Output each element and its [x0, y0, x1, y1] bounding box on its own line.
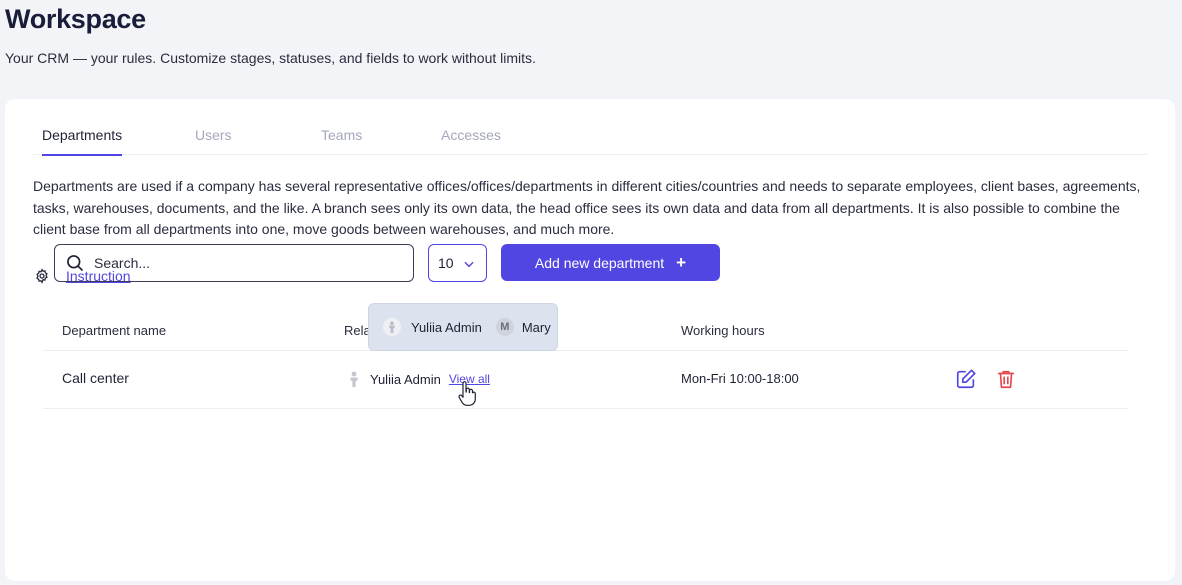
- avatar: M: [495, 318, 514, 336]
- tooltip-user-name: Yuliia Admin: [411, 319, 482, 335]
- responsible-cell: Yuliia Admin View all: [348, 371, 490, 387]
- search-box: [54, 244, 414, 282]
- tab-users[interactable]: Users: [195, 127, 232, 155]
- search-input[interactable]: [94, 255, 394, 271]
- gear-icon: [34, 268, 50, 284]
- tab-bar: Departments Users Teams Accesses: [33, 127, 1147, 156]
- view-all-link[interactable]: View all: [449, 372, 490, 386]
- header-department-name: Department name: [62, 323, 167, 338]
- responsible-users-tooltip: Yuliia Admin M Mary: [368, 303, 558, 351]
- page-title: Workspace: [5, 4, 146, 34]
- person-icon: [383, 318, 401, 336]
- department-name: Call center: [62, 370, 129, 386]
- tab-departments[interactable]: Departments: [42, 127, 123, 156]
- header-working-hours: Working hours: [681, 323, 765, 338]
- tab-teams[interactable]: Teams: [321, 127, 362, 155]
- table-row: Call center Yuliia Admin View all Mon-Fr…: [43, 351, 1128, 409]
- plus-icon: +: [676, 252, 687, 272]
- per-page-value: 10: [438, 255, 454, 271]
- departments-table: Department name Relat Working hours Call…: [43, 312, 1128, 409]
- add-department-label: Add new department: [534, 254, 665, 271]
- trash-icon[interactable]: [995, 368, 1017, 390]
- per-page-select[interactable]: 10: [428, 244, 487, 282]
- tab-accesses[interactable]: Accesses: [441, 127, 501, 155]
- table-header: Department name Relat Working hours: [43, 312, 1128, 351]
- departments-description: Departments are used if a company has se…: [33, 178, 1141, 237]
- working-hours: Mon-Fri 10:00-18:00: [681, 371, 799, 386]
- edit-icon[interactable]: [955, 368, 977, 390]
- person-icon: [348, 371, 360, 387]
- responsible-name: Yuliia Admin: [370, 371, 441, 387]
- chevron-down-icon: [462, 257, 476, 274]
- search-icon: [65, 253, 85, 273]
- page-subtitle: Your CRM — your rules. Customize stages,…: [5, 50, 536, 66]
- add-department-button[interactable]: Add new department +: [501, 244, 720, 281]
- tooltip-user-name: Mary: [521, 319, 551, 335]
